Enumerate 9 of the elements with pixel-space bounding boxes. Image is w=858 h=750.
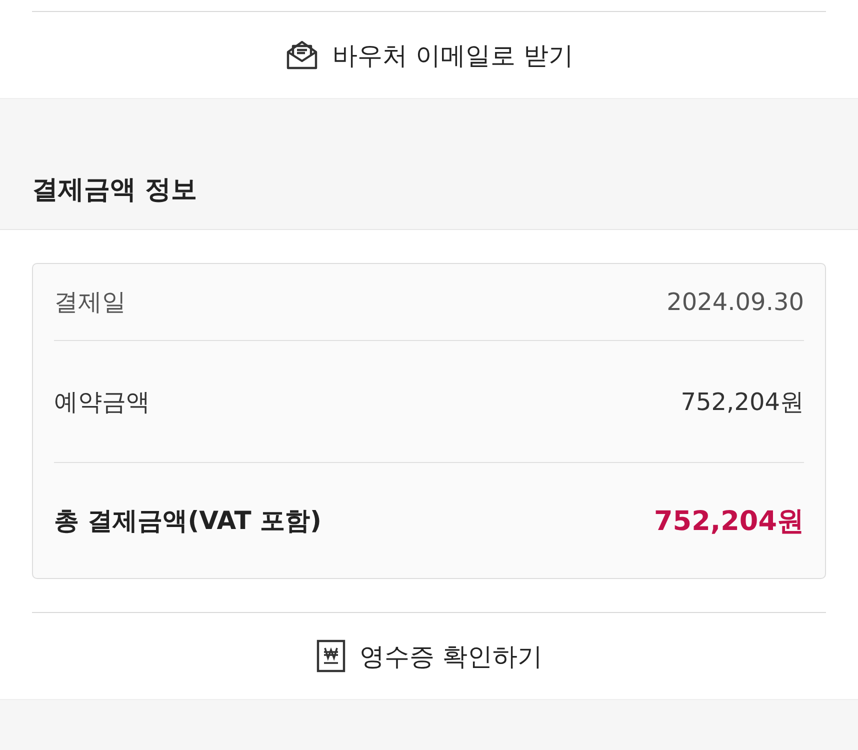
envelope-icon	[284, 39, 319, 71]
row-label: 예약금액	[54, 386, 150, 418]
receipt-icon	[316, 639, 346, 673]
row-value: 2024.09.30	[666, 288, 804, 316]
row-label: 총 결제금액(VAT 포함)	[54, 505, 322, 537]
row-value: 752,204원	[654, 504, 804, 538]
row-value: 752,204원	[680, 386, 804, 418]
row-label: 결제일	[54, 287, 126, 318]
section-title: 결제금액 정보	[32, 174, 198, 207]
